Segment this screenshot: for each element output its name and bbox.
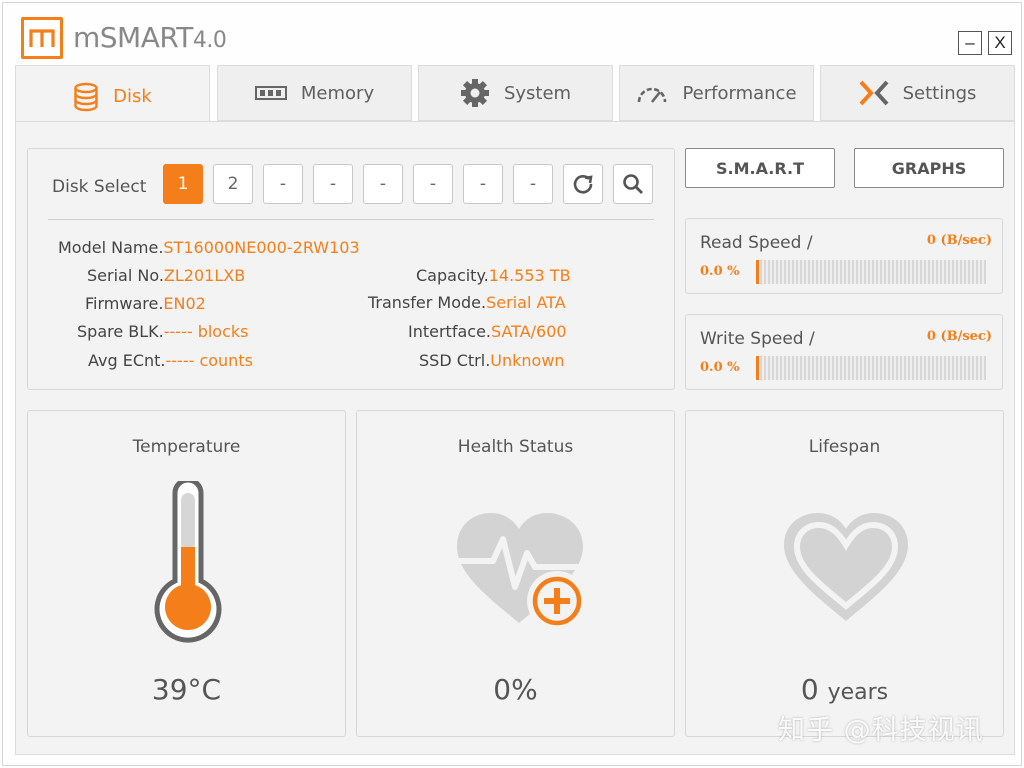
lifespan-title: Lifespan — [808, 437, 881, 457]
disk-select-button-2[interactable]: 2 — [213, 164, 253, 204]
temperature-title: Temperature — [132, 437, 241, 457]
tab-performance[interactable]: Performance — [619, 65, 814, 121]
ssd-ctrl-key: SSD Ctrl. — [419, 351, 491, 370]
refresh-icon — [573, 175, 593, 194]
heart-icon — [784, 513, 908, 621]
tab-disk[interactable]: Disk — [15, 65, 210, 127]
smart-button[interactable]: S.M.A.R.T — [685, 148, 835, 188]
avg-ecnt-key: Avg ECnt. — [88, 351, 166, 370]
gear-icon — [460, 79, 489, 107]
spare-blocks-value: ----- blocks — [163, 322, 249, 341]
read-speed-panel: Read Speed / 0 (B/sec) 0.0 % — [685, 218, 1003, 294]
avg-ecnt-row: Avg ECnt.----- counts — [88, 351, 253, 370]
disk-select-button-1[interactable]: 1 — [163, 164, 203, 204]
disk-tab-content: Disk Select 1 2 - - - - - - Model Name.S… — [15, 121, 1015, 755]
disk-select-button-3[interactable]: - — [263, 164, 303, 204]
lifespan-value: 0 years — [686, 673, 1003, 706]
read-speed-bar-fill — [756, 260, 759, 284]
m-logo-icon — [29, 29, 55, 47]
app-version: 4.0 — [192, 28, 227, 53]
write-speed-label: Write Speed / — [700, 329, 815, 349]
firmware-row: Firmware.EN02 — [85, 294, 206, 313]
thermometer-icon — [154, 481, 222, 643]
lifespan-card: Lifespan 0 years — [685, 410, 1004, 737]
interface-row: Intertface.SATA/600 — [408, 322, 567, 341]
heart-pulse-plus-icon — [457, 513, 587, 631]
write-speed-percent: 0.0 % — [700, 360, 740, 375]
ssd-ctrl-value: Unknown — [490, 351, 565, 370]
x-logo-icon — [859, 80, 889, 106]
write-speed-bar — [756, 356, 986, 380]
disk-select-button-4[interactable]: - — [313, 164, 353, 204]
read-speed-percent: 0.0 % — [700, 264, 740, 279]
refresh-button[interactable] — [563, 164, 603, 204]
app-window: mSMART4.0 – X Disk Memory System Perform… — [2, 2, 1022, 766]
firmware-value: EN02 — [163, 294, 206, 313]
health-status-card: Health Status 0% — [356, 410, 675, 737]
memory-chip-icon — [254, 86, 287, 100]
search-icon — [623, 174, 643, 194]
ssd-ctrl-row: SSD Ctrl.Unknown — [419, 351, 565, 370]
database-icon — [74, 82, 98, 111]
disk-select-button-6[interactable]: - — [413, 164, 453, 204]
interface-key: Intertface. — [408, 322, 491, 341]
close-button[interactable]: X — [988, 31, 1012, 55]
tab-system-label: System — [503, 82, 572, 104]
transfer-mode-key: Transfer Mode. — [368, 293, 487, 312]
disk-select-button-7[interactable]: - — [463, 164, 503, 204]
write-speed-bar-fill — [756, 356, 759, 380]
write-speed-panel: Write Speed / 0 (B/sec) 0.0 % — [685, 314, 1003, 390]
tab-memory[interactable]: Memory — [217, 65, 412, 121]
health-status-title: Health Status — [457, 437, 574, 457]
tab-performance-label: Performance — [682, 82, 797, 104]
firmware-key: Firmware. — [85, 294, 164, 313]
lifespan-unit: years — [827, 680, 889, 705]
graphs-button[interactable]: GRAPHS — [854, 148, 1004, 188]
app-title: mSMART4.0 — [73, 21, 227, 54]
health-status-value: 0% — [493, 673, 538, 706]
spare-blocks-row: Spare BLK.----- blocks — [77, 322, 249, 341]
search-button[interactable] — [613, 164, 653, 204]
app-name: mSMART — [73, 21, 193, 54]
spare-blocks-key: Spare BLK. — [77, 322, 164, 341]
read-speed-bar — [756, 260, 986, 284]
minimize-button[interactable]: – — [958, 31, 982, 55]
model-name-key: Model Name. — [58, 238, 164, 257]
capacity-row: Capacity.14.553 TB — [416, 266, 571, 285]
lifespan-number: 0 — [800, 673, 819, 706]
read-speed-value: 0 (B/sec) — [926, 233, 992, 248]
tab-bar: Disk Memory System Performance Settings — [15, 65, 1015, 127]
serial-row: Serial No.ZL201LXB — [87, 266, 245, 285]
transfer-mode-value: Serial ATA — [486, 293, 566, 312]
tab-disk-label: Disk — [113, 86, 152, 107]
write-speed-value: 0 (B/sec) — [926, 329, 992, 344]
speedometer-icon — [638, 87, 667, 103]
model-name-row: Model Name.ST16000NE000-2RW103 — [58, 238, 360, 257]
tab-system[interactable]: System — [418, 65, 613, 121]
watermark-text: 知乎 @科技视讯 — [778, 715, 984, 746]
model-name-value: ST16000NE000-2RW103 — [163, 238, 360, 257]
tab-memory-label: Memory — [300, 82, 375, 104]
temperature-value: 39°C — [151, 673, 222, 706]
disk-info-panel: Disk Select 1 2 - - - - - - Model Name.S… — [27, 148, 675, 390]
app-logo — [21, 17, 63, 59]
read-speed-label: Read Speed / — [700, 233, 813, 253]
tab-settings[interactable]: Settings — [820, 65, 1015, 121]
serial-key: Serial No. — [87, 266, 164, 285]
serial-value: ZL201LXB — [163, 266, 246, 285]
disk-select-button-8[interactable]: - — [513, 164, 553, 204]
tab-settings-label: Settings — [902, 82, 977, 104]
divider — [48, 219, 654, 220]
transfer-mode-row: Transfer Mode.Serial ATA — [368, 293, 566, 312]
disk-select-label: Disk Select — [52, 177, 147, 197]
avg-ecnt-value: ----- counts — [165, 351, 253, 370]
capacity-value: 14.553 TB — [488, 266, 571, 285]
temperature-card: Temperature 39°C — [27, 410, 346, 737]
capacity-key: Capacity. — [416, 266, 489, 285]
interface-value: SATA/600 — [491, 322, 567, 341]
disk-select-button-5[interactable]: - — [363, 164, 403, 204]
